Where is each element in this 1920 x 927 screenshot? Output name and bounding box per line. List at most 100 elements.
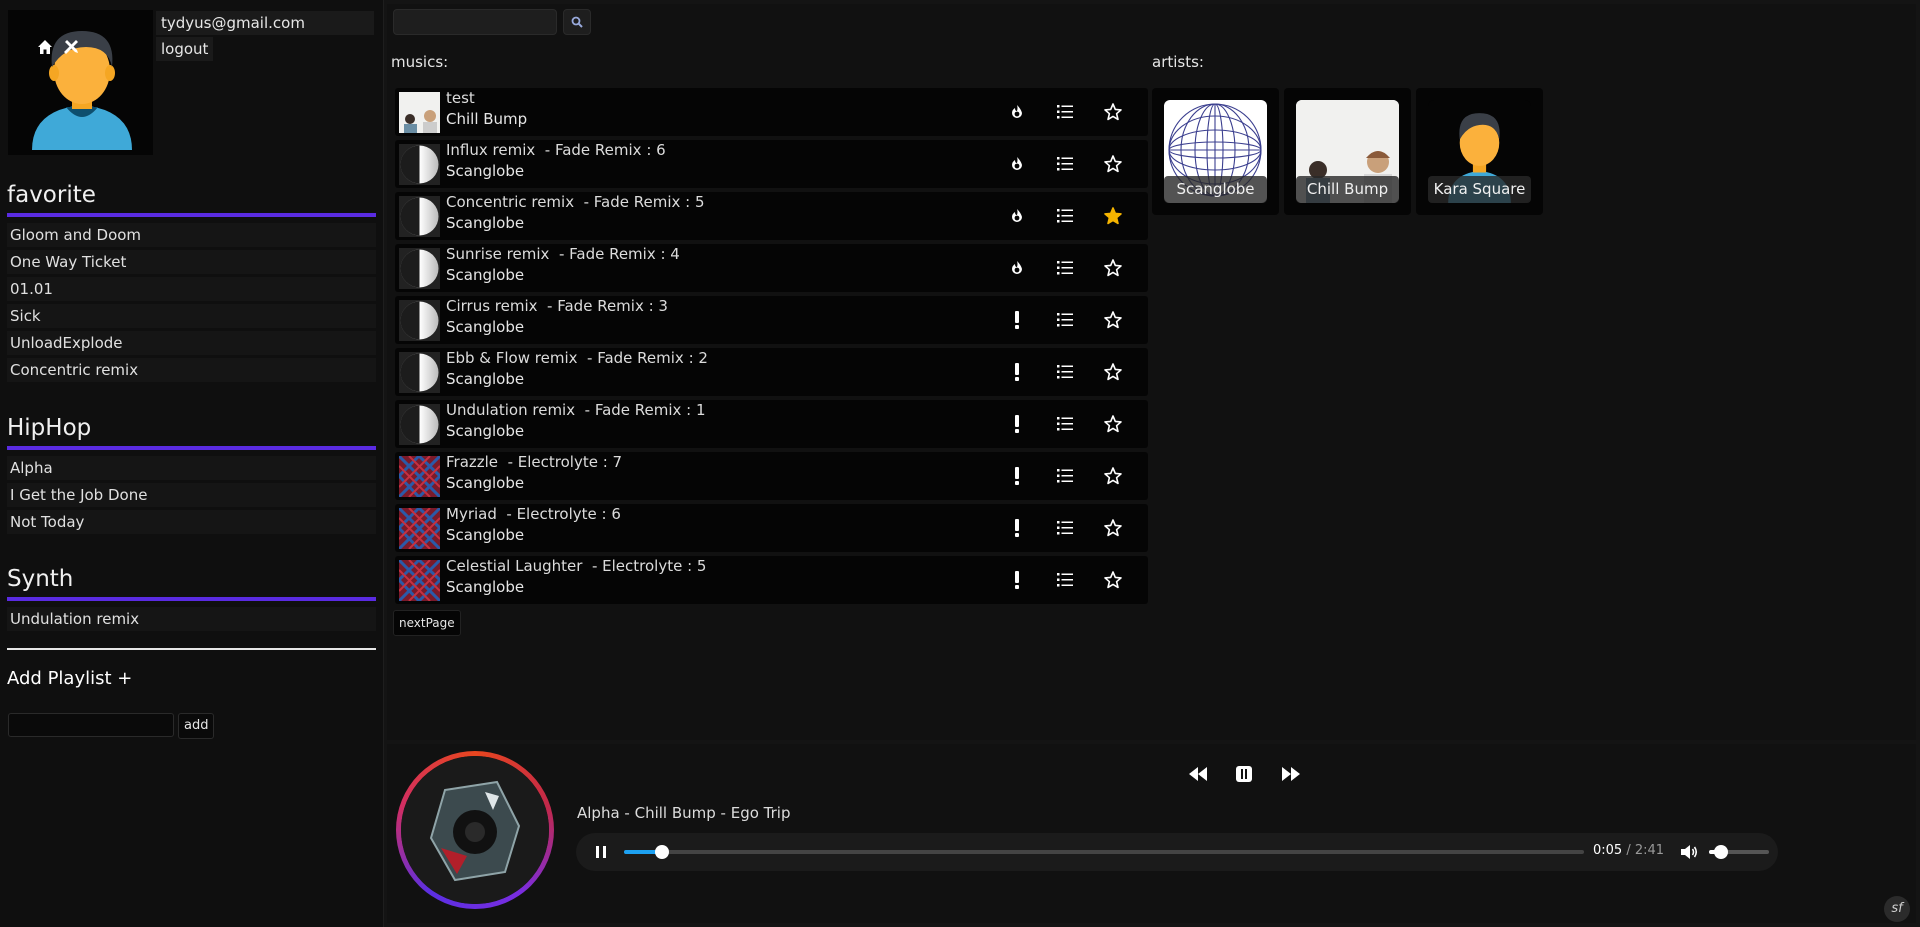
- popular-button[interactable]: [1005, 204, 1029, 228]
- popular-button[interactable]: [1005, 152, 1029, 176]
- track-thumbnail: [399, 508, 440, 549]
- music-row[interactable]: Ebb & Flow remix - Fade Remix : 2 Scanglo…: [395, 348, 1148, 396]
- time-display: 0:05 / 2:41: [1593, 843, 1665, 858]
- playlist-item[interactable]: Undulation remix: [7, 607, 376, 631]
- volume-slider[interactable]: [1709, 845, 1769, 859]
- home-icon[interactable]: [15, 24, 52, 54]
- exclamation-icon: [1015, 311, 1019, 329]
- playlist-item[interactable]: I Get the Job Done: [7, 483, 376, 507]
- add-to-playlist-button[interactable]: [1053, 568, 1077, 592]
- list-icon: [1057, 417, 1073, 431]
- track-artist[interactable]: Scanglobe: [446, 214, 524, 232]
- logout-button[interactable]: logout: [156, 37, 214, 61]
- popular-button[interactable]: [1005, 256, 1029, 280]
- music-row[interactable]: Myriad - Electrolyte : 6 Scanglobe: [395, 504, 1148, 552]
- music-row[interactable]: test Chill Bump: [395, 88, 1148, 136]
- music-row[interactable]: Frazzle - Electrolyte : 7 Scanglobe: [395, 452, 1148, 500]
- artist-card[interactable]: Scanglobe: [1152, 88, 1279, 215]
- track-thumbnail: [399, 144, 440, 185]
- favorite-button[interactable]: [1101, 204, 1125, 228]
- symfony-icon[interactable]: sf: [1884, 896, 1910, 922]
- artist-card[interactable]: Kara Square: [1416, 88, 1543, 215]
- add-to-playlist-button[interactable]: [1053, 256, 1077, 280]
- playlist-item[interactable]: Concentric remix: [7, 358, 376, 382]
- track-artist[interactable]: Chill Bump: [446, 110, 527, 128]
- favorite-button[interactable]: [1101, 152, 1125, 176]
- report-button[interactable]: [1005, 568, 1029, 592]
- exclamation-icon: [1015, 519, 1019, 537]
- music-row[interactable]: Influx remix - Fade Remix : 6 Scanglobe: [395, 140, 1148, 188]
- playlist-item[interactable]: 01.01: [7, 277, 376, 301]
- music-row[interactable]: Undulation remix - Fade Remix : 1 Scanglo…: [395, 400, 1148, 448]
- track-title: test: [446, 89, 475, 107]
- add-to-playlist-button[interactable]: [1053, 152, 1077, 176]
- play-pause-button[interactable]: [591, 842, 611, 862]
- report-button[interactable]: [1005, 516, 1029, 540]
- volume-button[interactable]: [1679, 842, 1699, 862]
- add-to-playlist-button[interactable]: [1053, 204, 1077, 228]
- music-row[interactable]: Sunrise remix - Fade Remix : 4 Scanglobe: [395, 244, 1148, 292]
- add-playlist-button[interactable]: add: [178, 713, 215, 739]
- playlist-item[interactable]: Alpha: [7, 456, 376, 480]
- playlist-item[interactable]: Sick: [7, 304, 376, 328]
- progress-slider[interactable]: [624, 845, 1584, 859]
- add-to-playlist-button[interactable]: [1053, 412, 1077, 436]
- playlist-item[interactable]: UnloadExplode: [7, 331, 376, 355]
- artist-card[interactable]: Chill Bump: [1284, 88, 1411, 215]
- search-input[interactable]: [393, 9, 557, 35]
- list-icon: [1057, 105, 1073, 119]
- favorite-button[interactable]: [1101, 516, 1125, 540]
- report-button[interactable]: [1005, 464, 1029, 488]
- next-page-button[interactable]: nextPage: [393, 610, 461, 636]
- star-icon: [1104, 363, 1122, 381]
- moon-icon: [399, 404, 440, 445]
- favorite-button[interactable]: [1101, 412, 1125, 436]
- volume-knob[interactable]: [1714, 845, 1728, 859]
- track-artist[interactable]: Scanglobe: [446, 266, 524, 284]
- track-artist[interactable]: Scanglobe: [446, 474, 524, 492]
- add-to-playlist-button[interactable]: [1053, 516, 1077, 540]
- track-artist[interactable]: Scanglobe: [446, 318, 524, 336]
- now-playing-title: Alpha - Chill Bump - Ego Trip: [577, 804, 791, 822]
- moon-icon: [399, 248, 440, 289]
- report-button[interactable]: [1005, 412, 1029, 436]
- add-to-playlist-button[interactable]: [1053, 464, 1077, 488]
- favorite-button[interactable]: [1101, 256, 1125, 280]
- favorite-button[interactable]: [1101, 308, 1125, 332]
- add-playlist-input[interactable]: [8, 713, 174, 737]
- star-icon: [1104, 259, 1122, 277]
- pause-button[interactable]: [1232, 762, 1256, 786]
- add-to-playlist-button[interactable]: [1053, 100, 1077, 124]
- favorite-button[interactable]: [1101, 100, 1125, 124]
- track-artist[interactable]: Scanglobe: [446, 578, 524, 596]
- favorite-button[interactable]: [1101, 568, 1125, 592]
- search-button[interactable]: [563, 9, 591, 35]
- moon-icon: [399, 300, 440, 341]
- music-row[interactable]: Concentric remix - Fade Remix : 5 Scanglo…: [395, 192, 1148, 240]
- playlist-item[interactable]: One Way Ticket: [7, 250, 376, 274]
- next-button[interactable]: [1279, 762, 1303, 786]
- music-row[interactable]: Cirrus remix - Fade Remix : 3 Scanglobe: [395, 296, 1148, 344]
- add-playlist-title: Add Playlist +: [7, 668, 133, 689]
- favorite-button[interactable]: [1101, 360, 1125, 384]
- popular-button[interactable]: [1005, 100, 1029, 124]
- star-icon: [1104, 311, 1122, 329]
- add-to-playlist-button[interactable]: [1053, 360, 1077, 384]
- track-thumbnail: [399, 92, 440, 133]
- user-avatar: [8, 10, 153, 155]
- report-button[interactable]: [1005, 360, 1029, 384]
- track-artist[interactable]: Scanglobe: [446, 370, 524, 388]
- progress-knob[interactable]: [655, 845, 670, 859]
- track-artist[interactable]: Scanglobe: [446, 162, 524, 180]
- track-artist[interactable]: Scanglobe: [446, 526, 524, 544]
- add-to-playlist-button[interactable]: [1053, 308, 1077, 332]
- music-row[interactable]: Celestial Laughter - Electrolyte : 5 Scan…: [395, 556, 1148, 604]
- playlist-item[interactable]: Gloom and Doom: [7, 223, 376, 247]
- favorite-button[interactable]: [1101, 464, 1125, 488]
- report-button[interactable]: [1005, 308, 1029, 332]
- track-artist[interactable]: Scanglobe: [446, 422, 524, 440]
- tools-icon[interactable]: [41, 24, 78, 54]
- playlist-title: HipHop: [7, 415, 92, 441]
- playlist-item[interactable]: Not Today: [7, 510, 376, 534]
- previous-button[interactable]: [1186, 762, 1210, 786]
